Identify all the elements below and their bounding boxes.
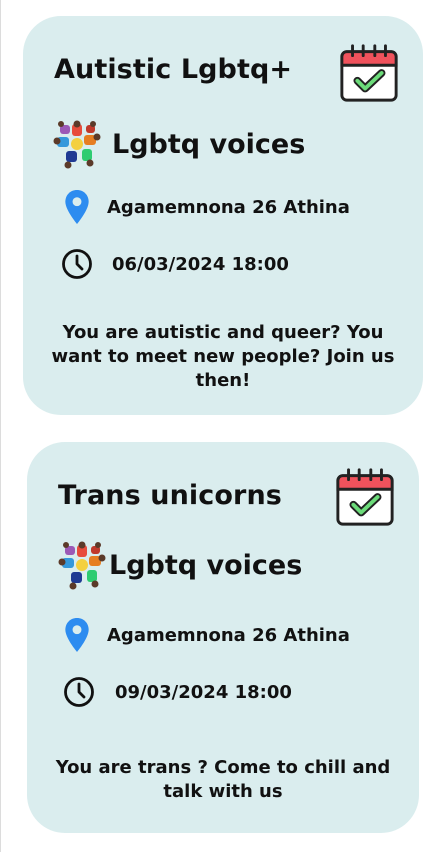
calendar-check-icon[interactable] <box>337 42 401 104</box>
event-datetime: 06/03/2024 18:00 <box>61 248 289 280</box>
event-title: Trans unicorns <box>58 480 282 511</box>
location-text: Agamemnona 26 Athina <box>107 196 350 218</box>
clock-icon <box>61 248 93 280</box>
event-card[interactable]: Trans unicorns Lgbtq voices Agamemnona 2… <box>27 442 419 833</box>
clock-icon <box>63 676 95 708</box>
group-logo-icon <box>57 540 107 590</box>
datetime-text: 09/03/2024 18:00 <box>115 681 292 703</box>
location-pin-icon <box>64 617 90 653</box>
calendar-check-icon[interactable] <box>333 466 397 528</box>
organizer-name: Lgbtq voices <box>112 128 306 160</box>
event-location: Agamemnona 26 Athina <box>64 617 350 653</box>
event-description: You are autistic and queer? You want to … <box>51 322 395 391</box>
organizer[interactable]: Lgbtq voices <box>57 540 302 590</box>
location-text: Agamemnona 26 Athina <box>107 624 350 646</box>
organizer-name: Lgbtq voices <box>109 549 303 581</box>
organizer[interactable]: Lgbtq voices <box>52 119 305 169</box>
event-datetime: 09/03/2024 18:00 <box>63 676 292 708</box>
location-pin-icon <box>64 189 90 225</box>
page-left-border <box>0 0 1 852</box>
group-logo-icon <box>52 119 102 169</box>
event-description: You are trans ? Come to chill and talk w… <box>55 757 391 802</box>
datetime-text: 06/03/2024 18:00 <box>112 253 289 275</box>
event-title: Autistic Lgbtq+ <box>54 54 293 85</box>
event-location: Agamemnona 26 Athina <box>64 189 350 225</box>
event-card[interactable]: Autistic Lgbtq+ Lgbtq voices Agamemnona … <box>23 16 423 415</box>
